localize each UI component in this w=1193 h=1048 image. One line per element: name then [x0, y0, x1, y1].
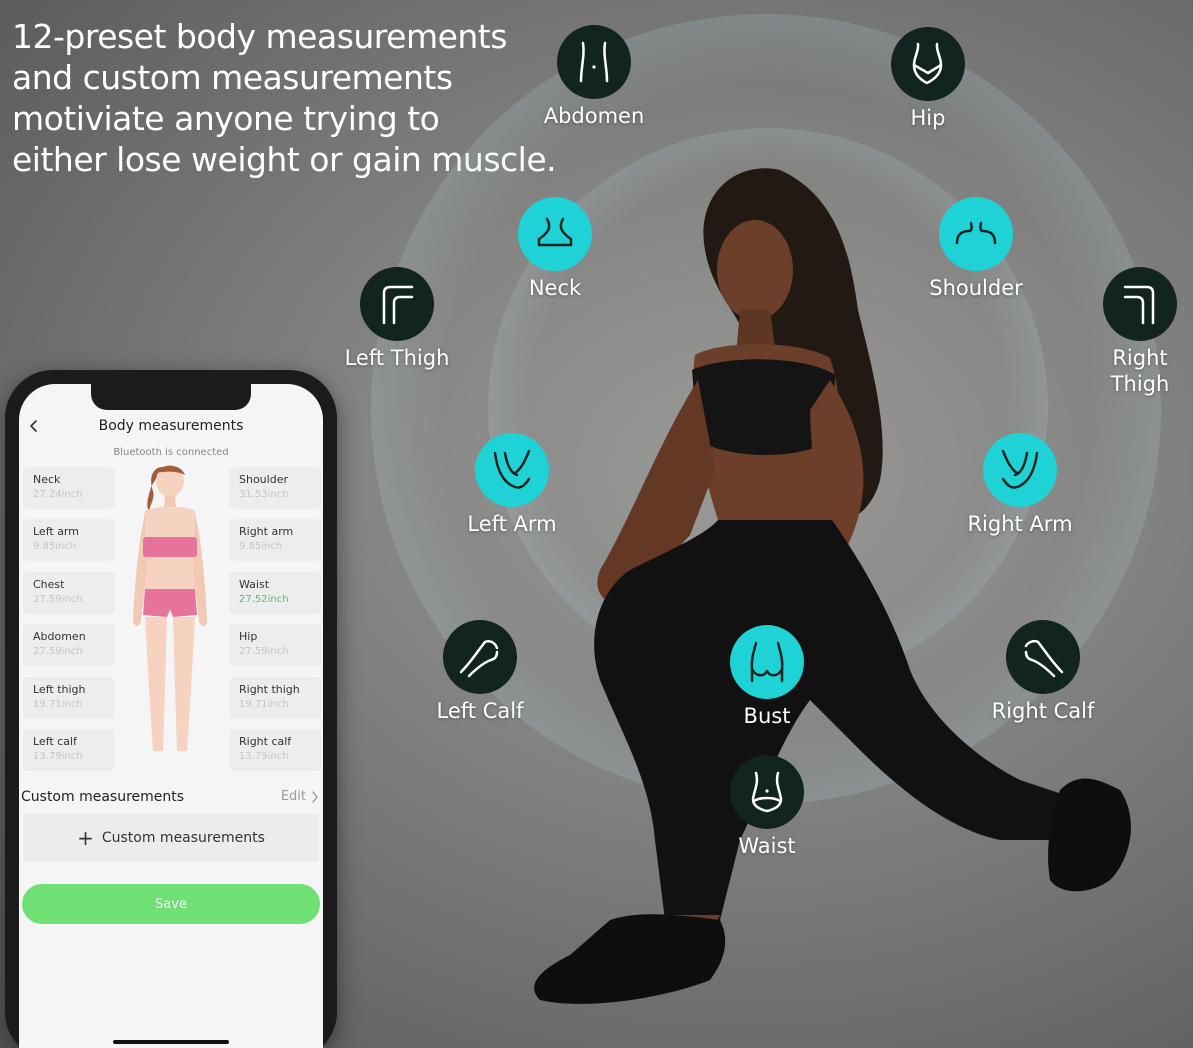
measurement-value: 31.53inch [239, 489, 289, 500]
bluetooth-status: Bluetooth is connected [113, 447, 229, 458]
right-thigh-icon [1103, 267, 1177, 341]
badge-waist-label: Waist [738, 834, 796, 858]
measurement-name: Abdomen [33, 630, 86, 643]
chevron-right-icon [312, 790, 318, 803]
edit-label: Edit [280, 789, 306, 804]
badge-waist: Waist [677, 755, 857, 859]
shoulder-icon [939, 197, 1013, 271]
badge-right-arm: Right Arm [930, 433, 1110, 537]
badge-right-thigh-label: Right Thigh [1050, 345, 1193, 397]
home-indicator[interactable] [113, 1040, 229, 1044]
measurement-name: Right thigh [239, 683, 300, 696]
waist-icon [730, 755, 804, 829]
page-title: Body measurements [98, 418, 244, 434]
measurement-name: Neck [33, 473, 61, 486]
badge-bust: Bust [677, 625, 857, 729]
measurement-name: Left calf [33, 735, 77, 748]
measurement-value: 27.59inch [239, 646, 289, 657]
badge-abdomen-label: Abdomen [543, 104, 645, 128]
measurement-right-calf[interactable]: Right calf 13.79inch [229, 729, 321, 771]
measurement-value: 13.79inch [239, 751, 289, 762]
badge-left-thigh: Left Thigh [307, 267, 487, 371]
headline-line-1: 12-preset body measurements [12, 17, 507, 56]
measurement-name: Left arm [33, 525, 79, 538]
measurement-value: 13.79inch [33, 751, 83, 762]
badge-left-thigh-label: Left Thigh [344, 346, 450, 370]
measurement-hip[interactable]: Hip 27.59inch [229, 624, 321, 666]
neck-icon [518, 197, 592, 271]
measurement-name: Hip [239, 630, 258, 643]
plus-icon: + [77, 826, 94, 850]
hip-icon [891, 27, 965, 101]
left-arm-icon [475, 433, 549, 507]
headline-line-3: motiviate anyone trying to [12, 99, 440, 138]
measurement-value: 27.59inch [33, 594, 83, 605]
measurement-name: Shoulder [239, 473, 288, 486]
edit-custom-link[interactable]: Edit [281, 789, 319, 804]
right-calf-icon [1006, 620, 1080, 694]
phone-notch [91, 384, 251, 410]
athlete-back-shoe [1048, 778, 1131, 892]
measurement-value: 19.71inch [33, 699, 83, 710]
measurement-value: 9.85inch [239, 541, 283, 552]
measurement-left-arm[interactable]: Left arm 9.85inch [23, 519, 115, 561]
measurement-right-thigh[interactable]: Right thigh 19.71inch [229, 677, 321, 719]
measurement-value: 19.71inch [239, 699, 289, 710]
body-figure-illustration [133, 465, 207, 751]
badge-left-arm-label: Left Arm [467, 512, 557, 536]
measurement-name: Left thigh [33, 683, 86, 696]
badge-left-arm: Left Arm [422, 433, 602, 537]
phone-screen: Body measurements Bluetooth is connected… [19, 384, 323, 1048]
measurement-neck[interactable]: Neck 27.24inch [23, 467, 115, 509]
headline: 12-preset body measurements and custom m… [12, 16, 557, 180]
measurement-shoulder[interactable]: Shoulder 31.53inch [229, 467, 321, 509]
measurement-waist[interactable]: Waist 27.52inch [229, 572, 321, 614]
measurement-left-thigh[interactable]: Left thigh 19.71inch [23, 677, 115, 719]
badge-right-thigh-label-line-1: Right [1112, 346, 1168, 370]
measurement-left-calf[interactable]: Left calf 13.79inch [23, 729, 115, 771]
measurement-chest[interactable]: Chest 27.59inch [23, 572, 115, 614]
badge-right-thigh-label-line-2: Thigh [1110, 372, 1170, 396]
measurement-name: Right calf [239, 735, 292, 748]
abdomen-icon [557, 25, 631, 99]
badge-neck: Neck [465, 197, 645, 301]
badge-shoulder: Shoulder [886, 197, 1066, 301]
phone-mockup: Body measurements Bluetooth is connected… [5, 370, 337, 1048]
badge-left-calf-label: Left Calf [436, 699, 524, 723]
measurement-value: 9.85inch [33, 541, 77, 552]
add-custom-measurement-button[interactable]: + Custom measurements [23, 814, 319, 862]
measurement-value: 27.24inch [33, 489, 83, 500]
headline-line-4: either lose weight or gain muscle. [12, 140, 557, 179]
badge-neck-label: Neck [528, 276, 582, 300]
headline-line-2: and custom measurements [12, 58, 453, 97]
right-arm-icon [983, 433, 1057, 507]
measurement-value: 27.59inch [33, 646, 83, 657]
athlete-face [717, 220, 793, 320]
measurement-name: Right arm [239, 525, 294, 538]
badge-hip: Hip [838, 27, 1018, 131]
measurement-name: Chest [33, 578, 65, 591]
measurement-name: Waist [239, 578, 270, 591]
left-calf-icon [443, 620, 517, 694]
badge-abdomen: Abdomen [504, 25, 684, 129]
add-custom-measurement-label: Custom measurements [101, 830, 265, 846]
badge-shoulder-label: Shoulder [929, 276, 1023, 300]
save-button[interactable]: Save [22, 884, 320, 924]
athlete-front-shoe [534, 914, 726, 1004]
badge-bust-label: Bust [743, 704, 791, 728]
measurement-right-arm[interactable]: Right arm 9.85inch [229, 519, 321, 561]
measurement-value: 27.52inch [239, 594, 289, 605]
bust-icon [730, 625, 804, 699]
badge-right-calf: Right Calf [953, 620, 1133, 724]
badge-hip-label: Hip [910, 106, 946, 130]
badge-right-thigh: Right Thigh [1050, 267, 1193, 397]
left-thigh-icon [360, 267, 434, 341]
measurement-abdomen[interactable]: Abdomen 27.59inch [23, 624, 115, 666]
custom-measurements-heading: Custom measurements [21, 789, 185, 805]
badge-left-calf: Left Calf [390, 620, 570, 724]
badge-right-calf-label: Right Calf [991, 699, 1095, 723]
badge-right-arm-label: Right Arm [967, 512, 1073, 536]
